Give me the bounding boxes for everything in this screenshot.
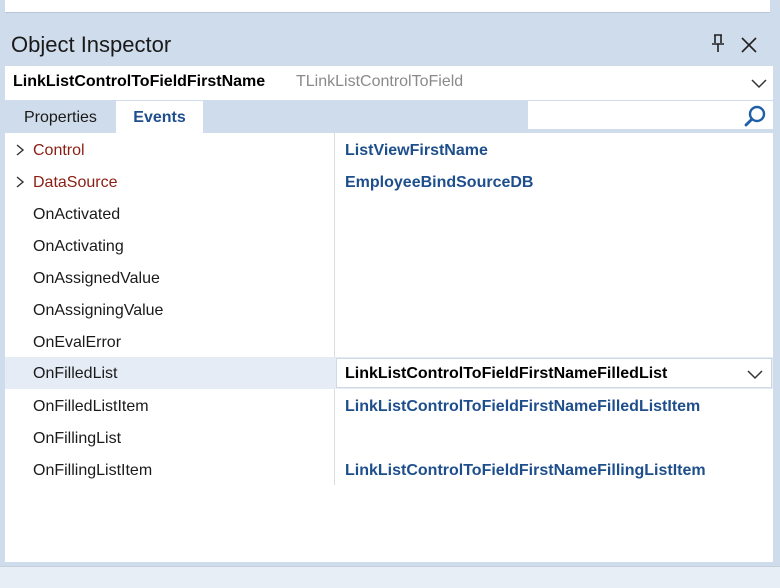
search-icon[interactable] — [743, 104, 767, 128]
top-panel-remnant — [5, 0, 770, 13]
chevron-down-icon[interactable] — [749, 73, 769, 93]
grid-row-onfilledlist[interactable]: OnFilledList LinkListControlToFieldFirst… — [5, 357, 773, 389]
property-name: OnActivated — [33, 206, 121, 223]
property-name: OnActivating — [33, 238, 124, 255]
selected-object-name: LinkListControlToFieldFirstName — [13, 73, 266, 90]
grid-row-datasource[interactable]: DataSource EmployeeBindSourceDB — [5, 166, 773, 198]
search-input[interactable] — [528, 101, 773, 129]
property-name: OnAssignedValue — [33, 270, 160, 287]
grid-row-onfillinglistitem[interactable]: OnFillingListItem LinkListControlToField… — [5, 454, 773, 486]
quick-edit-strip — [0, 566, 780, 588]
property-name: OnEvalError — [33, 334, 122, 351]
title-bar: Object Inspector — [0, 26, 780, 66]
selected-object-type: TLinkListControlToField — [296, 73, 464, 90]
property-name: Control — [33, 142, 85, 159]
close-icon[interactable] — [738, 34, 760, 56]
chevron-right-icon[interactable] — [14, 176, 26, 188]
grid-row-control[interactable]: Control ListViewFirstName — [5, 134, 773, 166]
chevron-down-icon[interactable] — [745, 364, 765, 384]
event-handler-value[interactable]: LinkListControlToFieldFirstNameFilledLis… — [345, 359, 667, 388]
object-selector[interactable]: LinkListControlToFieldFirstName TLinkLis… — [5, 66, 773, 100]
grid-row-onevalerror[interactable]: OnEvalError — [5, 326, 773, 358]
inspector-tabs: Properties Events — [5, 101, 773, 133]
chevron-right-icon[interactable] — [14, 144, 26, 156]
event-handler-dropdown[interactable]: LinkListControlToFieldFirstNameFilledLis… — [336, 358, 772, 388]
property-name: DataSource — [33, 174, 118, 191]
property-name: OnFilledListItem — [33, 398, 149, 415]
property-name: OnFillingListItem — [33, 462, 153, 479]
property-name: OnFilledList — [33, 365, 118, 382]
tab-properties[interactable]: Properties — [10, 101, 111, 133]
grid-row-onassigningvalue[interactable]: OnAssigningValue — [5, 294, 773, 326]
property-value[interactable]: EmployeeBindSourceDB — [345, 166, 533, 198]
property-value[interactable]: ListViewFirstName — [345, 134, 488, 166]
property-value[interactable]: LinkListControlToFieldFirstNameFillingLi… — [345, 454, 706, 486]
tab-events[interactable]: Events — [116, 101, 203, 133]
grid-row-onfilledlistitem[interactable]: OnFilledListItem LinkListControlToFieldF… — [5, 390, 773, 422]
property-value[interactable]: LinkListControlToFieldFirstNameFilledLis… — [345, 390, 700, 422]
property-name: OnFillingList — [33, 430, 122, 447]
pin-icon[interactable] — [708, 32, 728, 56]
panel-title: Object Inspector — [11, 32, 172, 57]
property-grid: Control ListViewFirstName DataSource Emp… — [5, 133, 773, 562]
grid-row-onassignedvalue[interactable]: OnAssignedValue — [5, 262, 773, 294]
grid-row-onactivated[interactable]: OnActivated — [5, 198, 773, 230]
property-name: OnAssigningValue — [33, 302, 164, 319]
grid-row-onactivating[interactable]: OnActivating — [5, 230, 773, 262]
grid-row-onfillinglist[interactable]: OnFillingList — [5, 422, 773, 454]
